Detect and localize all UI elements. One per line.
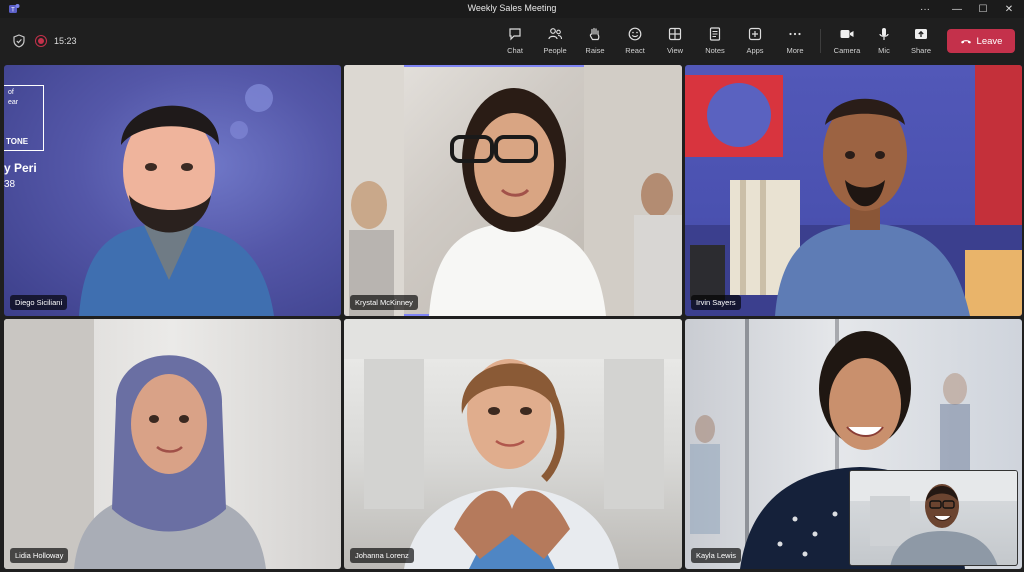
raise-label: Raise	[585, 46, 605, 55]
raise-hand-button[interactable]: Raise	[575, 23, 615, 61]
react-label: React	[625, 46, 645, 55]
window-title-bar: T Weekly Sales Meeting ··· — ☐ ✕	[0, 0, 1024, 18]
avatar-figure	[685, 65, 1022, 316]
maximize-button[interactable]: ☐	[972, 0, 994, 18]
grid-view-icon	[668, 27, 682, 41]
smiley-icon	[628, 27, 642, 41]
video-tile-lidia[interactable]: Lidia Holloway	[4, 319, 341, 569]
self-video-feed	[850, 471, 1017, 565]
recording-icon	[35, 35, 47, 47]
video-tile-irvin[interactable]: Irvin Sayers	[685, 65, 1022, 316]
chat-label: Chat	[507, 46, 523, 55]
shield-icon[interactable]	[12, 34, 26, 48]
notes-label: Notes	[705, 46, 725, 55]
participant-name-tag: Kayla Lewis	[691, 548, 742, 563]
meeting-timer: 15:23	[54, 36, 77, 46]
avatar-figure	[4, 319, 266, 569]
people-icon	[548, 28, 563, 40]
close-button[interactable]: ✕	[998, 0, 1020, 18]
minimize-button[interactable]: —	[946, 0, 968, 18]
meeting-toolbar: 15:23 Chat People Raise React View Notes…	[0, 18, 1024, 64]
participant-video	[344, 65, 682, 316]
more-button[interactable]: More	[775, 23, 815, 61]
camera-button[interactable]: Camera	[827, 23, 867, 61]
camera-label: Camera	[833, 46, 861, 55]
more-options-icon[interactable]: ···	[914, 0, 936, 18]
view-label: View	[666, 46, 684, 55]
notes-icon	[709, 27, 721, 41]
view-button[interactable]: View	[655, 23, 695, 61]
participant-name-tag: Diego Siciliani	[10, 295, 68, 310]
leave-button[interactable]: Leave	[947, 29, 1015, 53]
more-icon	[789, 32, 801, 36]
participant-name-tag: Irvin Sayers	[691, 295, 741, 310]
participant-name-tag: Krystal McKinney	[350, 295, 418, 310]
share-button[interactable]: Share	[901, 23, 941, 61]
toolbar-divider	[820, 29, 821, 53]
phone-hangup-icon	[960, 40, 971, 44]
mic-button[interactable]: Mic	[864, 23, 904, 61]
share-screen-icon	[915, 29, 927, 39]
chat-button[interactable]: Chat	[495, 23, 535, 61]
video-tile-johanna[interactable]: Johanna Lorenz	[344, 319, 682, 569]
microphone-icon	[879, 28, 889, 40]
avatar-figure	[344, 319, 682, 569]
avatar-figure	[79, 84, 274, 316]
add-app-icon	[748, 27, 762, 41]
apps-label: Apps	[746, 46, 764, 55]
leave-label: Leave	[976, 35, 1003, 47]
notes-button[interactable]: Notes	[695, 23, 735, 61]
people-label: People	[543, 46, 567, 55]
apps-button[interactable]: Apps	[735, 23, 775, 61]
camera-icon	[840, 30, 854, 38]
window-title: Weekly Sales Meeting	[467, 3, 557, 13]
video-tile-diego[interactable]: of ear TONE y Peri 38 Diego Siciliani	[4, 65, 341, 316]
participant-name-tag: Johanna Lorenz	[350, 548, 414, 563]
chat-icon	[509, 28, 521, 41]
raise-hand-icon	[589, 27, 600, 41]
react-button[interactable]: React	[615, 23, 655, 61]
video-tile-krystal[interactable]: Krystal McKinney	[344, 65, 682, 316]
mic-label: Mic	[878, 46, 890, 55]
share-label: Share	[910, 46, 931, 55]
self-view-video[interactable]	[849, 470, 1018, 566]
people-button[interactable]: People	[535, 23, 575, 61]
more-label: More	[786, 46, 804, 55]
participant-name-tag: Lidia Holloway	[10, 548, 69, 563]
